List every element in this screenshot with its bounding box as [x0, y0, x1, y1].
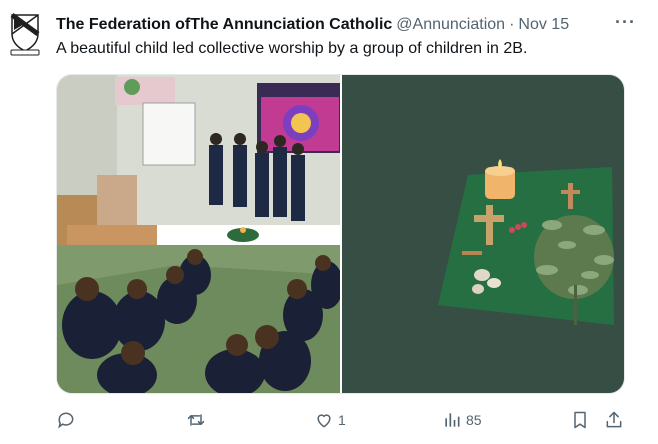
photo-classroom-worship[interactable]	[57, 75, 340, 393]
classroom-photo-illustration	[57, 75, 340, 393]
timestamp[interactable]: Nov 15	[518, 16, 569, 34]
views-icon	[445, 413, 460, 427]
display-name[interactable]: The Federation ofThe Annunciation Cathol…	[56, 16, 392, 34]
views-button[interactable]: 85	[442, 410, 482, 430]
reply-button[interactable]	[56, 410, 80, 430]
retweet-button[interactable]	[186, 410, 210, 430]
action-bar: 1 85	[56, 404, 628, 436]
retweet-icon	[187, 414, 205, 426]
avatar[interactable]	[6, 12, 44, 56]
crest-icon	[10, 12, 40, 56]
bookmark-icon	[574, 411, 586, 429]
tweet-header: The Federation ofThe Annunciation Cathol…	[56, 14, 644, 36]
tweet-text: A beautiful child led collective worship…	[56, 40, 528, 57]
more-options-button[interactable]: ···	[615, 12, 636, 33]
like-count: 1	[338, 412, 346, 428]
media-gallery	[56, 74, 625, 394]
user-handle[interactable]: @Annunciation	[396, 16, 505, 34]
share-button[interactable]	[604, 410, 624, 430]
views-count: 85	[466, 412, 482, 428]
share-icon	[606, 411, 622, 428]
bookmark-button[interactable]	[570, 410, 590, 430]
separator-dot: ·	[509, 16, 515, 33]
reply-icon	[58, 412, 74, 429]
heart-icon	[317, 414, 331, 428]
photo-prayer-focus[interactable]	[342, 75, 624, 393]
prayer-focus-illustration	[342, 75, 624, 393]
like-button[interactable]: 1	[314, 410, 346, 430]
